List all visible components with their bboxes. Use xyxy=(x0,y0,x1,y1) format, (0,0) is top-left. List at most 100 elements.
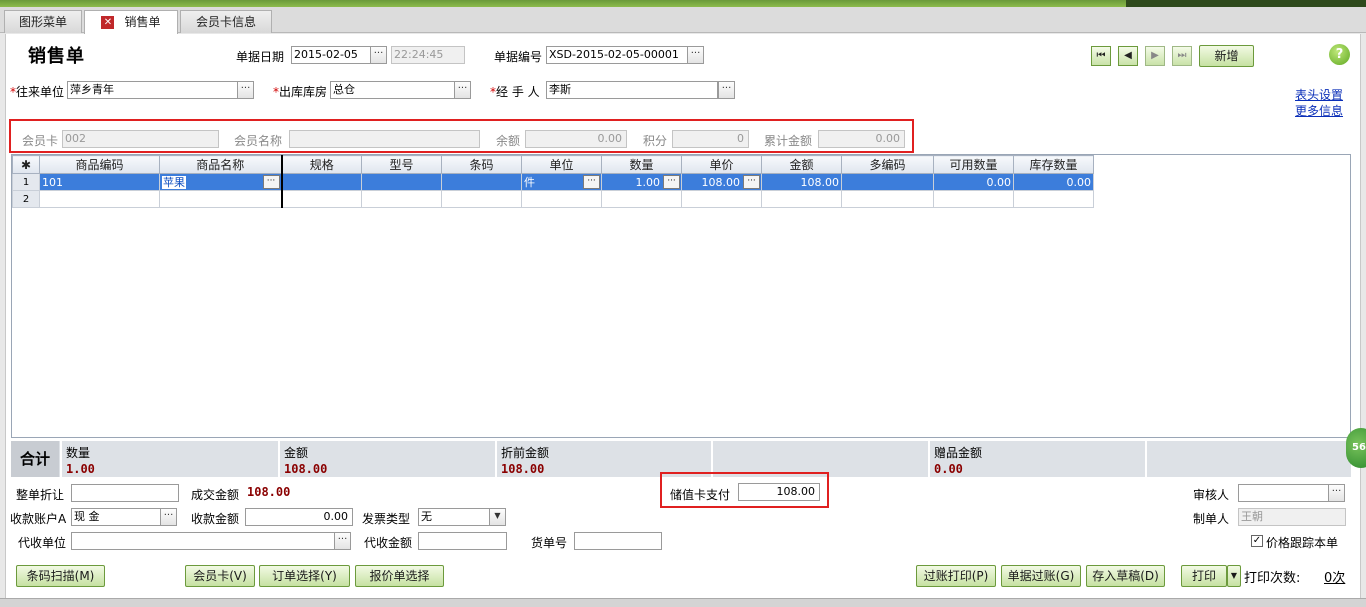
post-print-button[interactable]: 过账打印(P) xyxy=(916,565,996,587)
invoice-type-select[interactable]: 无 xyxy=(418,508,490,526)
partner-field[interactable]: 萍乡青年 xyxy=(67,81,238,99)
maker-label: 制单人 xyxy=(1193,512,1230,526)
cell-quantity[interactable]: 1.00 ··· xyxy=(601,173,682,191)
unit-picker-button[interactable]: ··· xyxy=(583,175,600,189)
cell-model[interactable] xyxy=(361,173,442,191)
help-icon[interactable]: ? xyxy=(1329,44,1350,65)
cell-spec[interactable] xyxy=(280,190,362,208)
save-draft-button[interactable]: 存入草稿(D) xyxy=(1086,565,1165,587)
cell-price[interactable] xyxy=(681,190,762,208)
cell-spec[interactable] xyxy=(280,173,362,191)
table-row[interactable]: 2 xyxy=(12,190,1094,208)
post-button[interactable]: 单据过账(G) xyxy=(1001,565,1081,587)
print-count-value: 0次 xyxy=(1324,571,1346,586)
deal-amount-label: 成交金额 xyxy=(191,488,240,502)
cell-stock-qty[interactable]: 0.00 xyxy=(1013,173,1094,191)
column-header[interactable]: 库存数量 xyxy=(1013,155,1094,174)
cell-product-name[interactable]: 苹果 ··· xyxy=(159,173,282,191)
cell-stock-qty[interactable] xyxy=(1013,190,1094,208)
column-header[interactable]: ✱ xyxy=(12,155,40,174)
tab-sales-order[interactable]: ✕ 销售单 xyxy=(84,10,178,34)
docno-picker-button[interactable]: ··· xyxy=(687,46,704,64)
cell-product-code[interactable]: 101 xyxy=(39,173,160,191)
column-header[interactable]: 型号 xyxy=(361,155,442,174)
date-picker-button[interactable]: ··· xyxy=(370,46,387,64)
nav-next-button[interactable]: ▶ xyxy=(1145,46,1165,66)
handler-picker-button[interactable]: ··· xyxy=(718,81,735,99)
tab-graphic-menu[interactable]: 图形菜单 xyxy=(4,10,82,33)
totals-label: 合计 xyxy=(11,441,59,477)
cell-multi-code[interactable] xyxy=(841,173,934,191)
cell-product-code[interactable] xyxy=(39,190,160,208)
account-field[interactable]: 现 金 xyxy=(71,508,161,526)
total-gift-value: 0.00 xyxy=(934,462,963,476)
member-card-button[interactable]: 会员卡(V) xyxy=(185,565,255,587)
print-dropdown-chevron-icon[interactable]: ▼ xyxy=(1227,565,1241,587)
new-button[interactable]: 新增 xyxy=(1199,45,1254,67)
agent-unit-picker-button[interactable]: ··· xyxy=(334,532,351,550)
date-field[interactable]: 2015-02-05 xyxy=(291,46,371,64)
price-picker-button[interactable]: ··· xyxy=(743,175,760,189)
cell-unit[interactable]: 件 ··· xyxy=(521,173,602,191)
column-header[interactable]: 金额 xyxy=(761,155,842,174)
cell-amount[interactable]: 108.00 xyxy=(761,173,842,191)
column-header[interactable]: 规格 xyxy=(280,155,362,174)
cell-price[interactable]: 108.00 ··· xyxy=(681,173,762,191)
tab-member-card-info[interactable]: 会员卡信息 xyxy=(180,10,272,33)
nav-prev-button[interactable]: ◀ xyxy=(1118,46,1138,66)
warehouse-picker-button[interactable]: ··· xyxy=(454,81,471,99)
column-header[interactable]: 商品名称 xyxy=(159,155,282,174)
column-header[interactable]: 数量 xyxy=(601,155,682,174)
column-header[interactable]: 多编码 xyxy=(841,155,934,174)
account-picker-button[interactable]: ··· xyxy=(160,508,177,526)
cell-model[interactable] xyxy=(361,190,442,208)
column-header[interactable]: 单位 xyxy=(521,155,602,174)
agent-amount-field[interactable] xyxy=(418,532,507,550)
points-label: 积分 xyxy=(643,134,668,148)
total-empty-cell xyxy=(1145,441,1351,477)
barcode-scan-button[interactable]: 条码扫描(M) xyxy=(16,565,105,587)
cell-available-qty[interactable] xyxy=(933,190,1014,208)
nav-first-button[interactable]: ⏮ xyxy=(1091,46,1111,66)
order-select-button[interactable]: 订单选择(Y) xyxy=(259,565,350,587)
product-picker-button[interactable]: ··· xyxy=(262,175,280,189)
quantity-picker-button[interactable]: ··· xyxy=(663,175,680,189)
time-field: 22:24:45 xyxy=(391,46,465,64)
column-header[interactable]: 条码 xyxy=(441,155,522,174)
top-window-strip xyxy=(0,0,1366,7)
cell-barcode[interactable] xyxy=(441,173,522,191)
more-info-link[interactable]: 更多信息 xyxy=(1295,102,1343,119)
handler-field[interactable]: 李斯 xyxy=(546,81,718,99)
cell-quantity[interactable] xyxy=(601,190,682,208)
table-row[interactable]: 1 101 苹果 ··· 件 ··· 1.00 ··· 108.00 ··· 108.0… xyxy=(12,173,1094,191)
header-settings-link[interactable]: 表头设置 xyxy=(1295,86,1343,103)
cell-product-name[interactable] xyxy=(159,190,282,208)
column-header[interactable]: 商品编码 xyxy=(39,155,160,174)
cell-product-name-text[interactable]: 苹果 xyxy=(162,176,186,189)
docno-field[interactable]: XSD-2015-02-05-00001 xyxy=(546,46,688,64)
cell-barcode[interactable] xyxy=(441,190,522,208)
chevron-down-icon[interactable]: ▼ xyxy=(489,508,506,526)
agent-unit-field[interactable] xyxy=(71,532,335,550)
partner-picker-button[interactable]: ··· xyxy=(237,81,254,99)
cell-multi-code[interactable] xyxy=(841,190,934,208)
close-tab-icon[interactable]: ✕ xyxy=(101,16,115,29)
waybill-field[interactable] xyxy=(574,532,662,550)
print-button[interactable]: 打印 xyxy=(1181,565,1227,587)
auditor-picker-button[interactable]: ··· xyxy=(1328,484,1345,502)
auditor-field[interactable] xyxy=(1238,484,1329,502)
column-header[interactable]: 单价 xyxy=(681,155,762,174)
cell-unit[interactable] xyxy=(521,190,602,208)
nav-last-button[interactable]: ⏭ xyxy=(1172,46,1192,66)
price-track-checkbox[interactable]: ✓ xyxy=(1251,535,1263,547)
discount-field[interactable] xyxy=(71,484,179,502)
cell-available-qty[interactable]: 0.00 xyxy=(933,173,1014,191)
row-number: 2 xyxy=(12,190,40,208)
cell-amount[interactable] xyxy=(761,190,842,208)
receive-amount-field[interactable]: 0.00 xyxy=(245,508,353,526)
side-floating-badge[interactable]: 56 xyxy=(1346,428,1366,468)
warehouse-field[interactable]: 总仓 xyxy=(330,81,455,99)
column-header[interactable]: 可用数量 xyxy=(933,155,1014,174)
quote-select-button[interactable]: 报价单选择 xyxy=(355,565,444,587)
stored-card-field[interactable]: 108.00 xyxy=(738,483,820,501)
